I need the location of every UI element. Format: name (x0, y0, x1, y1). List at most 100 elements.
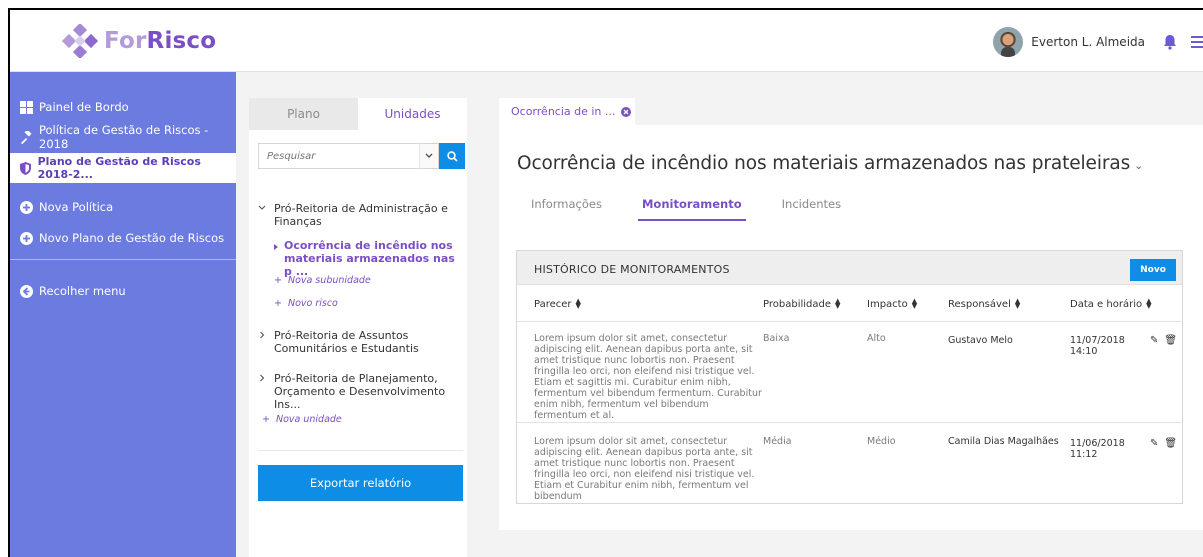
cell-probabilidade: Baixa (763, 333, 790, 344)
add-subunit-link[interactable]: + Nova subunidade (274, 275, 371, 286)
chevron-down-icon (258, 205, 266, 210)
tree-item-label: Pró-Reitoria de Administração e Finanças (274, 202, 448, 228)
chevron-down-icon (425, 153, 433, 158)
cell-responsavel: Gustavo Melo (948, 335, 1013, 346)
panel-title: HISTÓRICO DE MONITORAMENTOS (534, 263, 730, 276)
top-header: ForRisco Everton L. Almeida (10, 10, 1203, 72)
chevron-right-icon (260, 331, 265, 339)
main-content: Ocorrência de incêndio nos materiais arm… (499, 125, 1203, 530)
sidebar-item-label: Novo Plano de Gestão de Riscos (39, 231, 225, 245)
cell-data: 11/06/2018 11:12 (1070, 438, 1125, 460)
tab-informacoes[interactable]: Informações (531, 197, 602, 221)
tree-item-label: Pró-Reitoria de Planejamento, Orçamento … (274, 372, 446, 411)
plus-circle-icon (20, 200, 33, 214)
brand-logo[interactable]: ForRisco (60, 24, 216, 58)
tree-item-administracao[interactable]: Pró-Reitoria de Administração e Finanças (258, 202, 464, 228)
search-button[interactable] (439, 143, 465, 169)
app-frame: ForRisco Everton L. Almeida Painel de Bo… (8, 8, 1203, 557)
row-divider (517, 321, 1182, 322)
sidebar-item-painel[interactable]: Painel de Bordo (10, 92, 236, 122)
search-input[interactable] (258, 143, 419, 169)
row-actions: ✎ 🗑 (1150, 335, 1177, 346)
cell-parecer: Lorem ipsum dolor sit amet, consectetur … (534, 333, 762, 421)
cell-data: 11/07/2018 14:10 (1070, 335, 1125, 357)
cell-probabilidade: Média (763, 436, 792, 447)
gavel-icon (20, 130, 33, 144)
panel-tabs: Plano Unidades (249, 98, 467, 130)
search-bar (258, 143, 465, 169)
close-icon[interactable] (621, 106, 632, 117)
cell-impacto: Médio (867, 436, 896, 447)
arrow-left-circle-icon (20, 284, 33, 298)
plus-icon: + (274, 298, 282, 309)
sidebar-item-label: Plano de Gestão de Riscos 2018-2... (37, 155, 201, 181)
document-tab-label: Ocorrência de in ... (511, 105, 616, 118)
sidebar-item-politica[interactable]: Política de Gestão de Riscos - 2018 (10, 122, 236, 152)
sort-icon: ▲ ▼ (1146, 297, 1152, 310)
trash-icon[interactable]: 🗑 (1164, 438, 1177, 449)
cell-responsavel: Camila Dias Magalhães (948, 436, 1059, 447)
sidebar-item-label: Nova Política (39, 200, 114, 214)
trash-icon[interactable]: 🗑 (1164, 335, 1177, 346)
open-document-tab[interactable]: Ocorrência de in ... (499, 98, 635, 125)
tree-item-assuntos[interactable]: Pró-Reitoria de Assuntos Comunitários e … (258, 329, 464, 355)
row-actions: ✎ 🗑 (1150, 438, 1177, 449)
plus-icon: + (274, 275, 282, 286)
avatar[interactable] (993, 27, 1024, 57)
sort-icon: ▲ ▼ (1014, 297, 1021, 310)
page-title[interactable]: Ocorrência de incêndio nos materiais arm… (517, 153, 1143, 174)
plus-circle-icon (20, 231, 33, 245)
sidebar-item-label: Painel de Bordo (39, 100, 129, 114)
edit-icon[interactable]: ✎ (1150, 335, 1158, 346)
plus-icon: + (262, 414, 270, 425)
user-name[interactable]: Everton L. Almeida (1031, 35, 1145, 49)
add-risk-link[interactable]: + Novo risco (274, 298, 338, 309)
sidebar-item-nova-politica[interactable]: Nova Política (10, 192, 236, 222)
export-report-button[interactable]: Exportar relatório (258, 465, 463, 501)
search-dropdown-button[interactable] (419, 143, 439, 169)
cell-impacto: Alto (867, 333, 886, 344)
tab-incidentes[interactable]: Incidentes (782, 197, 841, 221)
shield-icon (20, 161, 32, 175)
left-sidebar: Painel de Bordo Política de Gestão de Ri… (10, 72, 236, 557)
tree-item-planejamento[interactable]: Pró-Reitoria de Planejamento, Orçamento … (258, 372, 464, 411)
chevron-down-icon[interactable]: ⌄ (1134, 159, 1143, 172)
sidebar-item-plano[interactable]: Plano de Gestão de Riscos 2018-2... (10, 153, 236, 183)
caret-right-icon (274, 244, 278, 250)
column-header-responsavel[interactable]: Responsável ▲ ▼ (948, 297, 1021, 311)
sidebar-item-recolher[interactable]: Recolher menu (10, 276, 236, 306)
bell-icon[interactable] (1163, 34, 1177, 50)
sort-icon: ▲ ▼ (835, 297, 841, 310)
user-area: Everton L. Almeida (993, 27, 1203, 57)
hamburger-menu-icon[interactable] (1191, 36, 1203, 48)
add-unit-link[interactable]: + Nova unidade (262, 414, 342, 425)
edit-icon[interactable]: ✎ (1150, 438, 1158, 449)
column-header-parecer[interactable]: Parecer ▲ ▼ (534, 297, 581, 311)
monitoring-history-panel: HISTÓRICO DE MONITORAMENTOS Novo Parecer… (516, 250, 1183, 504)
sort-icon: ▲ ▼ (575, 297, 581, 310)
dashboard-icon (20, 100, 33, 114)
content-tabs: Informações Monitoramento Incidentes (531, 197, 877, 223)
column-header-data[interactable]: Data e horário ▲ ▼ (1070, 297, 1152, 311)
sidebar-item-novo-plano[interactable]: Novo Plano de Gestão de Riscos (10, 223, 236, 253)
sort-icon: ▲ ▼ (911, 297, 918, 310)
chevron-right-icon (260, 374, 265, 382)
tree-item-ocorrencia[interactable]: Ocorrência de incêndio nos materiais arm… (274, 239, 464, 278)
new-monitoring-button[interactable]: Novo (1130, 259, 1176, 281)
logo-diamonds-icon (61, 24, 99, 58)
row-divider (517, 422, 1182, 423)
sidebar-item-label: Recolher menu (39, 284, 126, 298)
tab-plano[interactable]: Plano (249, 98, 358, 130)
panel-divider (258, 450, 463, 451)
brand-name: ForRisco (104, 28, 217, 54)
column-header-probabilidade[interactable]: Probabilidade ▲ ▼ (763, 297, 841, 311)
tab-unidades[interactable]: Unidades (358, 98, 467, 130)
tree-item-label: Pró-Reitoria de Assuntos Comunitários e … (274, 329, 419, 355)
sidebar-divider (10, 259, 236, 260)
column-header-impacto[interactable]: Impacto ▲ ▼ (867, 297, 918, 311)
tree-item-label: Ocorrência de incêndio nos materiais arm… (284, 239, 455, 278)
cell-parecer: Lorem ipsum dolor sit amet, consectetur … (534, 436, 755, 502)
sidebar-item-label: Política de Gestão de Riscos - 2018 (39, 123, 209, 151)
tab-monitoramento[interactable]: Monitoramento (637, 197, 746, 221)
panel-header: HISTÓRICO DE MONITORAMENTOS Novo (517, 251, 1182, 285)
